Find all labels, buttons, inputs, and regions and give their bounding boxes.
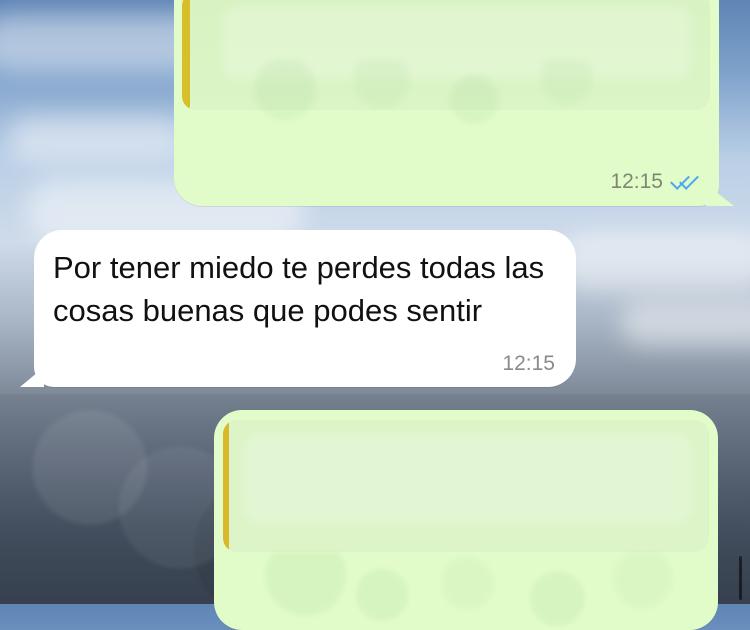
quote-accent-bar	[182, 0, 190, 110]
double-check-icon	[669, 173, 699, 191]
message-time: 12:15	[502, 352, 555, 375]
message-time: 12:15	[610, 170, 663, 193]
outgoing-message-bubble-top[interactable]: 12:15	[174, 0, 719, 206]
outgoing-message-bubble-bottom[interactable]	[214, 410, 718, 630]
background-cloud	[8, 116, 188, 162]
background-cloud	[560, 234, 750, 290]
background-cloud	[620, 300, 750, 346]
message-meta: 12:15	[610, 170, 699, 194]
incoming-message-bubble[interactable]: Por tener miedo te perdes todas las cosa…	[34, 230, 576, 387]
scrollbar[interactable]	[739, 556, 742, 600]
message-text: Por tener miedo te perdes todas las cosa…	[53, 250, 545, 328]
quoted-message-preview[interactable]	[223, 420, 709, 552]
redacted-quote-content	[243, 434, 693, 524]
redacted-message-content	[222, 60, 642, 158]
quote-accent-bar	[223, 420, 229, 552]
redacted-message-content	[238, 552, 688, 630]
